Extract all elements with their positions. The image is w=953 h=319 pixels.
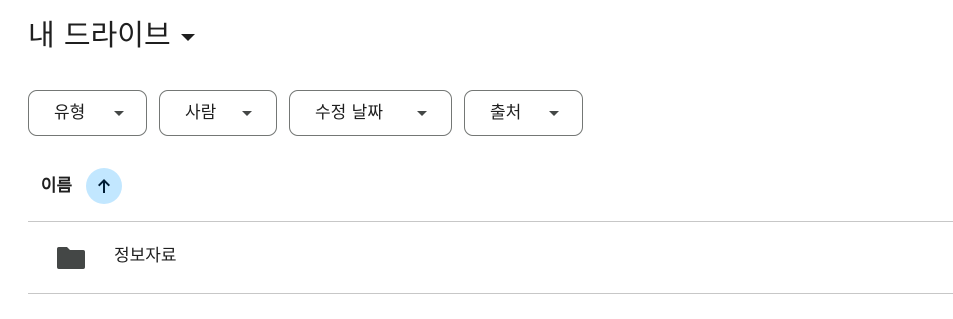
filter-source-label: 출처 (490, 103, 522, 123)
caret-down-icon (417, 111, 427, 116)
name-column-header[interactable]: 이름 (41, 175, 72, 197)
arrow-up-icon (98, 179, 110, 193)
drive-page: 내 드라이브 유형 사람 수정 날짜 출처 이름 정보자료 (0, 0, 953, 319)
caret-down-icon (114, 111, 124, 116)
my-drive-title-dropdown[interactable]: 내 드라이브 (28, 12, 195, 58)
caret-down-icon (242, 111, 252, 116)
list-item[interactable]: 정보자료 (28, 222, 953, 294)
filter-modified-chip[interactable]: 수정 날짜 (289, 90, 452, 136)
filter-people-label: 사람 (185, 103, 217, 123)
filter-people-chip[interactable]: 사람 (159, 90, 277, 136)
caret-down-icon (549, 111, 559, 116)
page-title: 내 드라이브 (28, 18, 171, 52)
filter-modified-label: 수정 날짜 (315, 103, 383, 123)
folder-icon (57, 247, 85, 269)
caret-down-icon (180, 33, 195, 41)
file-name: 정보자료 (114, 246, 177, 266)
filter-type-label: 유형 (54, 103, 86, 123)
filter-source-chip[interactable]: 출처 (464, 90, 583, 136)
filter-type-chip[interactable]: 유형 (28, 90, 147, 136)
sort-direction-button[interactable] (86, 168, 122, 204)
list-header: 이름 (28, 163, 953, 222)
